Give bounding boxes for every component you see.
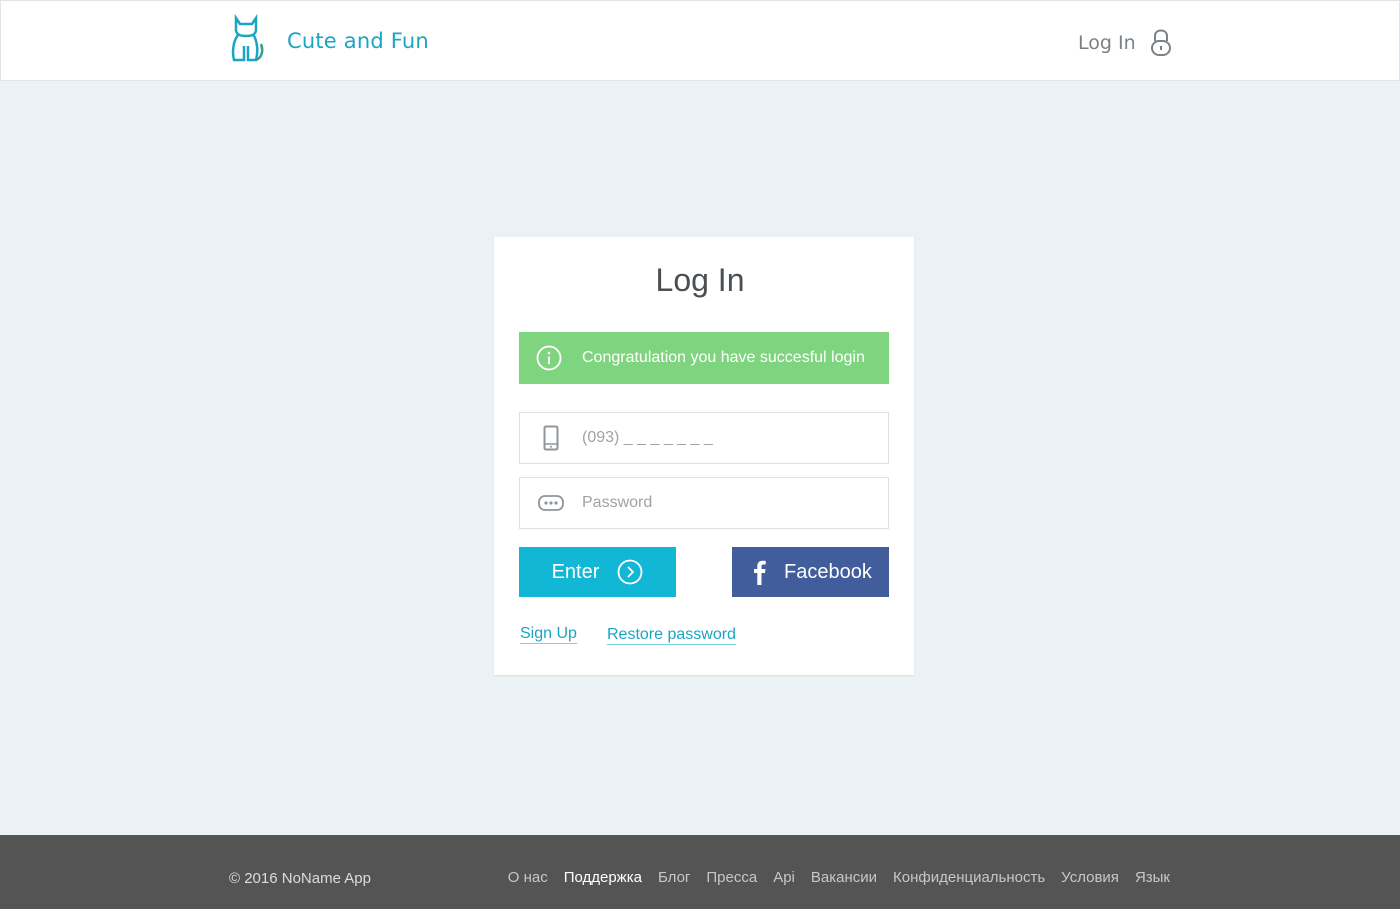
header-login-button[interactable]: Log In: [1078, 23, 1172, 63]
footer-link-privacy[interactable]: Конфиденциальность: [893, 869, 1045, 886]
facebook-icon: [754, 560, 766, 585]
success-alert: Congratulation you have succesful login: [519, 332, 889, 384]
header-login-label: Log In: [1078, 32, 1136, 54]
footer-link-api[interactable]: Api: [773, 869, 795, 886]
info-icon: [536, 345, 562, 371]
footer-link-blog[interactable]: Блог: [658, 869, 690, 886]
enter-button[interactable]: Enter: [519, 547, 676, 597]
chevron-right-circle-icon: [618, 559, 643, 585]
lock-icon: [1150, 29, 1171, 56]
copyright: © 2016 NoName App: [229, 870, 371, 887]
brand-name[interactable]: Cute and Fun: [287, 29, 429, 53]
footer-link-language[interactable]: Язык: [1135, 869, 1170, 886]
phone-field: [519, 412, 889, 464]
password-input[interactable]: [582, 494, 862, 512]
top-header: Cute and Fun Log In: [0, 0, 1400, 81]
facebook-button-label: Facebook: [784, 560, 872, 583]
facebook-button[interactable]: Facebook: [732, 547, 889, 597]
cat-logo-icon[interactable]: [230, 14, 266, 64]
footer-nav: О нас Поддержка Блог Пресса Api Вакансии…: [508, 869, 1170, 886]
password-field: [519, 477, 889, 529]
footer-link-jobs[interactable]: Вакансии: [811, 869, 877, 886]
phone-input[interactable]: [582, 429, 862, 447]
signup-link[interactable]: Sign Up: [520, 624, 577, 644]
login-title: Log In: [655, 262, 745, 298]
phone-icon: [543, 425, 559, 451]
footer-link-about[interactable]: О нас: [508, 869, 548, 886]
footer-link-terms[interactable]: Условия: [1061, 869, 1119, 886]
footer-link-press[interactable]: Пресса: [706, 869, 757, 886]
password-dots-icon: [538, 495, 564, 511]
restore-password-link[interactable]: Restore password: [607, 625, 736, 645]
alert-message: Congratulation you have succesful login: [582, 349, 865, 366]
footer-link-support[interactable]: Поддержка: [564, 869, 642, 886]
enter-button-label: Enter: [551, 560, 600, 583]
